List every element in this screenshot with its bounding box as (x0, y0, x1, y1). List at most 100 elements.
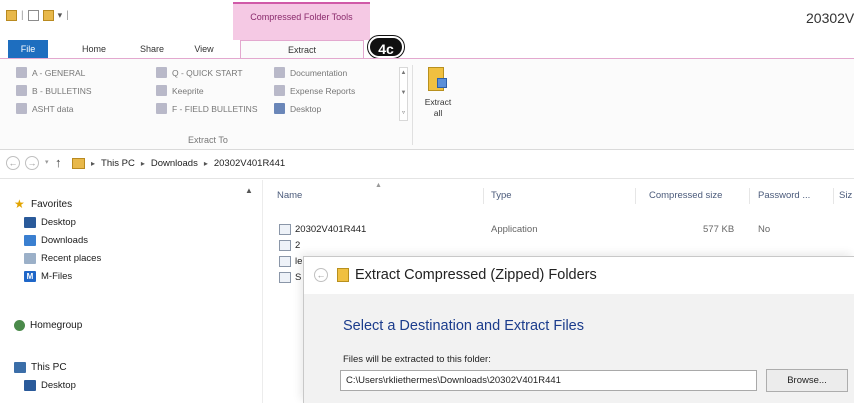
scroll-down-icon[interactable]: ▼ (400, 89, 407, 98)
nav-label: Desktop (41, 217, 76, 228)
destination-asht-data[interactable]: ASHT data (16, 103, 73, 114)
crumb-downloads[interactable]: Downloads (151, 158, 198, 169)
ribbon-extract-panel: A - GENERAL B - BULLETINS ASHT data Q - … (0, 58, 854, 150)
destination-a-general[interactable]: A - GENERAL (16, 67, 85, 78)
nav-downloads[interactable]: Downloads (24, 235, 88, 246)
column-header-type[interactable]: Type (491, 190, 512, 201)
m-files-icon: M (24, 271, 36, 282)
document-icon (279, 256, 291, 267)
sort-indicator-icon: ▲ (375, 182, 382, 189)
destination-label: Q - QUICK START (172, 67, 243, 78)
ribbon-tabs: File Home Share View Extract (0, 40, 854, 59)
new-folder-icon[interactable] (42, 10, 54, 21)
nav-label: Recent places (41, 253, 102, 264)
file-name: le (295, 256, 303, 267)
destination-path-input[interactable] (340, 370, 757, 391)
chevron-right-icon[interactable]: ▸ (141, 159, 145, 168)
back-arrow-icon[interactable]: ← (314, 268, 328, 282)
destination-expense-reports[interactable]: Expense Reports (274, 85, 355, 96)
table-row[interactable]: 20302V401R441 (279, 224, 366, 235)
column-header-size[interactable]: Siz (839, 190, 852, 201)
application-icon (279, 224, 291, 235)
nav-label: Downloads (41, 235, 88, 246)
folder-icon (156, 85, 167, 96)
table-row[interactable]: 2 (279, 240, 300, 251)
tab-file[interactable]: File (8, 40, 48, 58)
nav-label: This PC (31, 362, 67, 373)
nav-recent-places[interactable]: Recent places (24, 253, 101, 264)
tab-home[interactable]: Home (70, 40, 118, 58)
expand-gallery-icon[interactable]: ▿ (400, 109, 407, 118)
folder-icon (274, 67, 285, 78)
window-title: 20302V (806, 10, 854, 26)
column-divider[interactable] (635, 188, 636, 204)
column-header-name[interactable]: Name (277, 190, 302, 201)
context-tab-group-title: Compressed Folder Tools (250, 12, 353, 22)
chevron-right-icon[interactable]: ▸ (204, 159, 208, 168)
address-bar: ← → ▾ ↑ ▸ This PC ▸ Downloads ▸ 20302V40… (0, 151, 854, 179)
column-divider[interactable] (483, 188, 484, 204)
dialog-title: Extract Compressed (Zipped) Folders (355, 267, 597, 283)
file-name: 2 (295, 240, 301, 251)
nav-pc-desktop[interactable]: Desktop (24, 380, 76, 391)
nav-m-files[interactable]: M M-Files (24, 271, 72, 282)
column-divider[interactable] (833, 188, 834, 204)
destination-desktop[interactable]: Desktop (274, 103, 321, 114)
folder-icon (156, 103, 167, 114)
table-row[interactable]: le (279, 256, 302, 267)
qat-dropdown-icon[interactable]: ▾ (58, 10, 63, 21)
column-divider[interactable] (749, 188, 750, 204)
chevron-right-icon[interactable]: ▸ (91, 159, 95, 168)
file-type: Application (491, 224, 538, 235)
browse-button[interactable]: Browse... (766, 369, 848, 392)
column-header-password[interactable]: Password ... (758, 190, 810, 201)
table-row[interactable]: S (279, 272, 301, 283)
desktop-icon (24, 217, 36, 228)
extract-dialog: ← Extract Compressed (Zipped) Folders Se… (303, 256, 854, 403)
tab-share[interactable]: Share (128, 40, 176, 58)
nav-this-pc[interactable]: This PC (14, 362, 67, 373)
file-password: No (758, 224, 771, 235)
destination-q-quick-start[interactable]: Q - QUICK START (156, 67, 243, 78)
setup-icon (279, 272, 291, 283)
destination-keeprite[interactable]: Keeprite (156, 85, 204, 96)
back-arrow-icon[interactable]: ← (6, 156, 20, 170)
tab-extract[interactable]: Extract (240, 40, 364, 59)
extract-all-button[interactable]: Extract all (421, 67, 451, 127)
destination-b-bulletins[interactable]: B - BULLETINS (16, 85, 92, 96)
properties-icon[interactable] (27, 10, 39, 21)
recent-places-icon (24, 253, 36, 264)
quick-access-toolbar: | ▾ | (6, 10, 69, 21)
extract-to-group-label: Extract To (188, 135, 228, 145)
breadcrumb[interactable]: ▸ This PC ▸ Downloads ▸ 20302V401R441 (72, 158, 285, 169)
destination-documentation[interactable]: Documentation (274, 67, 347, 78)
desktop-icon (24, 380, 36, 391)
desktop-icon (274, 103, 285, 114)
folder-icon (16, 103, 27, 114)
file-compressed-size: 577 KB (703, 224, 735, 235)
nav-favorites[interactable]: ★ Favorites (14, 198, 72, 210)
up-arrow-icon[interactable]: ↑ (55, 155, 62, 170)
nav-homegroup[interactable]: Homegroup (14, 320, 82, 331)
tab-view[interactable]: View (180, 40, 228, 58)
column-header-compressed-size[interactable]: Compressed size (649, 190, 722, 201)
step-badge: 4c (368, 36, 404, 58)
zip-folder-icon (428, 67, 447, 91)
downloads-icon (24, 235, 36, 246)
recent-locations-icon[interactable]: ▾ (45, 158, 49, 166)
nav-desktop[interactable]: Desktop (24, 217, 76, 228)
folder-icon (16, 85, 27, 96)
forward-arrow-icon[interactable]: → (25, 156, 39, 170)
destination-label: Expense Reports (290, 85, 356, 96)
destination-f-field-bulletins[interactable]: F - FIELD BULLETINS (156, 103, 258, 114)
scroll-up-icon[interactable]: ▲ (245, 186, 253, 195)
scroll-up-icon[interactable]: ▲ (400, 69, 407, 78)
navigation-pane: ▲ ★ Favorites Desktop Downloads Recent p… (0, 180, 262, 403)
file-icon (279, 240, 291, 251)
crumb-this-pc[interactable]: This PC (101, 158, 135, 169)
folder-icon[interactable] (6, 10, 17, 21)
destination-label: Keeprite (172, 85, 204, 96)
gallery-scrollbar[interactable]: ▲ ▼ ▿ (399, 67, 408, 121)
crumb-current-folder[interactable]: 20302V401R441 (214, 158, 285, 169)
destination-field-label: Files will be extracted to this folder: (343, 354, 491, 365)
